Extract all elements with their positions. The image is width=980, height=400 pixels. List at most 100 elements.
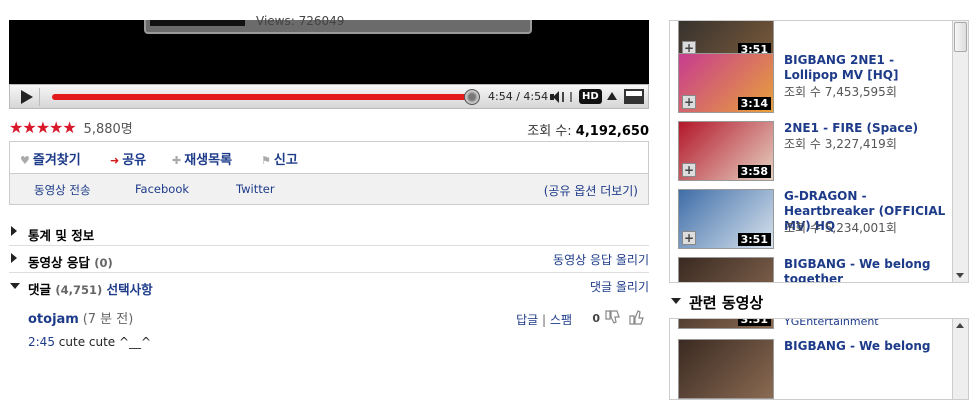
view-count: 조회 수: 4,192,650 <box>527 120 649 139</box>
thumbs-down-icon[interactable] <box>604 308 622 326</box>
playlist-label: 재생목록 <box>184 153 233 168</box>
comment-tools: 답글 | 스팸 <box>516 311 572 328</box>
video-thumbnail[interactable]: + 3:14 <box>678 53 774 113</box>
view-count-label: 조회 수: <box>527 124 572 139</box>
responses-section[interactable]: 동영상 응답 (0) 동영상 응답 올리기 <box>9 246 649 273</box>
view-count-value: 4,192,650 <box>575 124 649 139</box>
spam-link[interactable]: 스팸 <box>550 313 572 327</box>
rating: ★★★★★ 5,880명 <box>9 118 133 137</box>
suggested-video[interactable]: + 3:14 BIGBANG 2NE1 - Lollipop MV [HQ] 조… <box>678 53 948 117</box>
stats-title: 통계 및 정보 <box>28 228 95 243</box>
video-duration: 3:51 <box>737 319 771 326</box>
favorite-button[interactable]: ♥ 즐겨찾기 <box>20 149 81 168</box>
responses-count: (0) <box>94 256 113 270</box>
video-views: 조회 수 3,227,419회 <box>784 137 897 151</box>
add-to-queue-icon[interactable]: + <box>682 231 696 245</box>
plus-icon: ✚ <box>172 154 182 167</box>
comment-item: otojam (7 분 전) 답글 | 스팸 0 2:45 cute cute … <box>28 308 646 358</box>
video-title-link[interactable]: 2NE1 - FIRE (Space) <box>784 121 946 136</box>
comment-text: cute cute ^__^ <box>58 335 152 349</box>
share-button[interactable]: ➜ 공유 <box>110 149 146 168</box>
scrub-handle[interactable] <box>464 89 480 105</box>
collapse-icon[interactable] <box>10 283 20 289</box>
related-video[interactable]: 3:51 YGEntertainment <box>678 319 948 333</box>
comments-count: (4,751) <box>55 283 103 297</box>
hd-button[interactable]: HD <box>579 89 602 104</box>
twitter-link[interactable]: Twitter <box>236 182 275 196</box>
playlist-button[interactable]: ✚ 재생목록 <box>172 149 232 168</box>
expand-icon[interactable] <box>11 226 17 236</box>
report-button[interactable]: ⚑ 신고 <box>261 149 298 168</box>
scroll-down-icon[interactable] <box>956 273 964 278</box>
add-to-queue-icon[interactable]: + <box>682 95 696 109</box>
reply-link[interactable]: 답글 <box>516 313 538 327</box>
video-thumbnail[interactable] <box>678 339 774 399</box>
comments-section: 댓글 (4,751) 선택사항 댓글 올리기 <box>9 273 649 300</box>
video-duration: 3:51 <box>737 233 771 246</box>
heart-icon: ♥ <box>20 154 30 167</box>
overlay-views: Views: 726049 <box>256 14 344 28</box>
comments-title: 댓글 (4,751) 선택사항 <box>28 279 153 298</box>
action-bar: ♥ 즐겨찾기 ➜ 공유 ✚ 재생목록 ⚑ 신고 <box>9 141 649 173</box>
scrollbar-thumb[interactable] <box>954 22 967 52</box>
comment-timestamp-link[interactable]: 2:45 <box>28 335 55 349</box>
suggested-videos-list[interactable]: + 3:51 + 3:14 BIGBANG 2NE1 - Lollipop MV… <box>669 20 969 283</box>
related-videos-title: 관련 동영상 <box>689 294 764 312</box>
suggested-video[interactable]: + 3:51 G-DRAGON - Heartbreaker (OFFICIAL… <box>678 189 948 253</box>
post-comment-link[interactable]: 댓글 올리기 <box>590 278 649 295</box>
collapse-icon[interactable] <box>671 298 681 304</box>
more-share-options-link[interactable]: (공유 옵션 더보기) <box>544 182 638 199</box>
time-display: 4:54 / 4:54 <box>488 90 549 103</box>
comment-score: 0 <box>592 312 600 325</box>
thumbs-up-icon[interactable] <box>628 308 646 326</box>
video-thumbnail[interactable]: + 3:58 <box>678 121 774 181</box>
player-size-icon[interactable] <box>624 89 644 104</box>
video-title-link[interactable]: BIGBANG - We belong <box>784 339 946 354</box>
overlay-title-bar <box>150 20 245 26</box>
rating-stars-icon[interactable]: ★★★★★ <box>9 118 77 137</box>
video-thumbnail[interactable]: 3:51 <box>678 319 774 329</box>
favorite-label: 즐겨찾기 <box>32 153 81 168</box>
video-thumbnail[interactable] <box>678 257 774 282</box>
responses-title: 동영상 응답 (0) <box>28 252 113 271</box>
overlay-views-label: Views: <box>256 14 295 28</box>
related-video[interactable]: BIGBANG - We belong <box>678 339 948 399</box>
suggested-video[interactable]: + 3:58 2NE1 - FIRE (Space) 조회 수 3,227,41… <box>678 121 948 185</box>
video-title-link[interactable]: BIGBANG 2NE1 - Lollipop MV [HQ] <box>784 53 946 83</box>
separator: | <box>542 313 547 327</box>
play-icon[interactable] <box>14 88 40 106</box>
video-thumbnail[interactable]: + 3:51 <box>678 189 774 249</box>
end-screen-overlay: Views: 726049 <box>144 14 532 34</box>
add-to-queue-icon[interactable]: + <box>682 163 696 177</box>
video-duration: 3:14 <box>737 97 771 110</box>
stats-section[interactable]: 통계 및 정보 <box>9 219 649 246</box>
overlay-views-value: 726049 <box>298 14 345 28</box>
video-title-link[interactable]: BIGBANG - We belong together <box>784 257 946 282</box>
arrow-right-icon: ➜ <box>110 154 120 167</box>
player-controls: 4:54 / 4:54 HD <box>9 84 649 109</box>
post-response-link[interactable]: 동영상 응답 올리기 <box>553 251 649 268</box>
responses-label: 동영상 응답 <box>28 255 90 270</box>
related-scrollbar[interactable] <box>952 319 968 399</box>
send-video-link[interactable]: 동영상 전송 <box>34 182 91 198</box>
comment-author[interactable]: otojam <box>28 312 79 327</box>
video-channel-link[interactable]: YGEntertainment <box>784 319 879 328</box>
suggested-video[interactable]: BIGBANG - We belong together <box>678 257 948 282</box>
quality-menu-icon[interactable] <box>607 92 617 100</box>
related-videos-list[interactable]: 3:51 YGEntertainment BIGBANG - We belong <box>669 318 969 400</box>
video-views: 조회 수 7,453,595회 <box>784 85 897 99</box>
share-bar: 동영상 전송 Facebook Twitter (공유 옵션 더보기) <box>9 173 649 205</box>
report-label: 신고 <box>273 153 298 168</box>
scroll-up-icon[interactable] <box>956 323 964 328</box>
volume-level-icon[interactable] <box>562 92 572 102</box>
video-duration: 3:58 <box>737 165 771 178</box>
expand-icon[interactable] <box>11 253 17 263</box>
facebook-link[interactable]: Facebook <box>135 182 189 196</box>
comments-options-link[interactable]: 선택사항 <box>107 282 153 297</box>
rating-count: 5,880명 <box>83 122 133 137</box>
comments-label: 댓글 <box>28 282 52 297</box>
comment-time: (7 분 전) <box>82 312 134 327</box>
share-label: 공유 <box>122 153 147 168</box>
progress-bar[interactable] <box>52 94 480 100</box>
sidebar-scrollbar[interactable] <box>952 21 968 282</box>
